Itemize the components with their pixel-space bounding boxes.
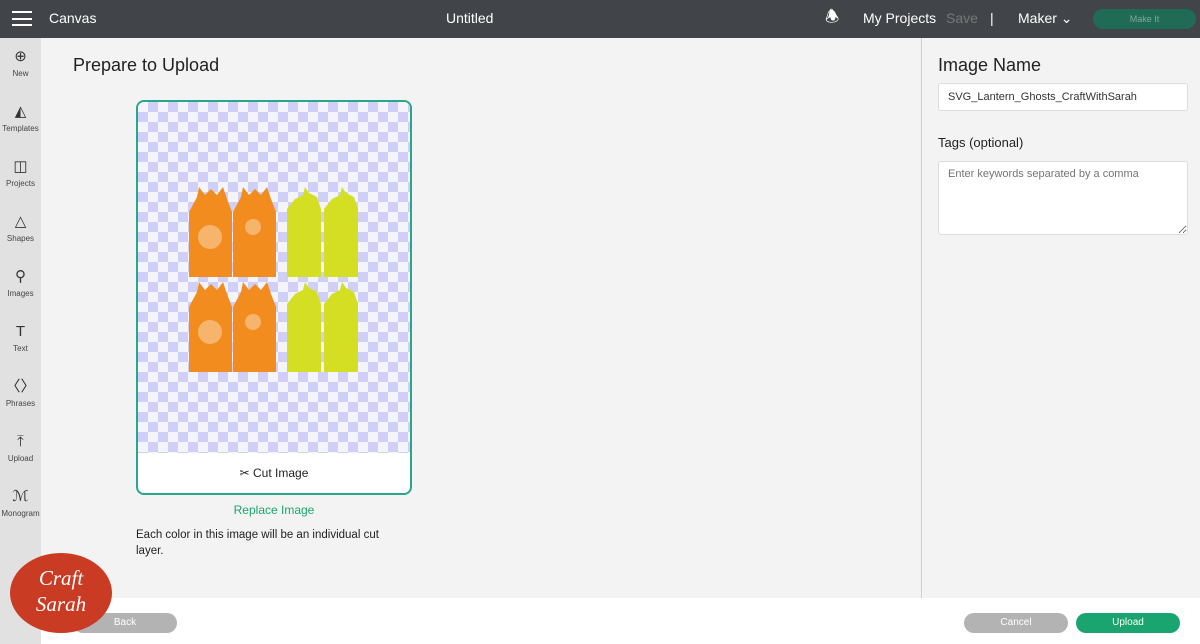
sidebar-item-new[interactable]: ⊕ New [0, 47, 41, 78]
sidebar-label: Monogram [1, 509, 40, 518]
projects-icon: ◫ [13, 158, 28, 175]
sidebar: ⊕ New ◭ Templates ◫ Projects △ Shapes ⚲ Image… [0, 38, 41, 644]
main-panel: Prepare to Upload ✂ Cut Image Replace Im… [41, 38, 921, 598]
image-name-heading: Image Name [938, 55, 1042, 75]
sidebar-item-images[interactable]: ⚲ Images [0, 267, 41, 298]
replace-image-link[interactable]: Replace Image [136, 503, 412, 517]
make-it-button[interactable]: Make It [1093, 9, 1196, 29]
cut-image-label: Cut Image [253, 466, 309, 480]
lime-layer [287, 187, 358, 372]
plus-circle-icon: ⊕ [14, 48, 27, 65]
sidebar-item-text[interactable]: T Text [0, 322, 41, 353]
scissors-icon: ✂ [239, 466, 250, 480]
sidebar-label: New [12, 69, 29, 78]
sidebar-label: Images [7, 289, 34, 298]
sidebar-label: Text [13, 344, 28, 353]
sidebar-label: Phrases [5, 399, 36, 408]
upload-icon: ⤒ [17, 433, 24, 450]
machine-label: Maker [1018, 10, 1057, 26]
speech-bubble-icon: 〈〉 [5, 378, 36, 395]
cut-image-option[interactable]: ✂ Cut Image [138, 453, 410, 493]
sidebar-item-upload[interactable]: ⤒ Upload [0, 432, 41, 463]
sidebar-item-templates[interactable]: ◭ Templates [0, 102, 41, 133]
transparent-background [138, 102, 410, 453]
separator: | [990, 10, 994, 26]
sidebar-label: Templates [2, 124, 39, 133]
my-projects-link[interactable]: My Projects [863, 0, 936, 36]
chevron-down-icon: ⌄ [1060, 10, 1073, 26]
sidebar-label: Upload [7, 454, 34, 463]
orange-layer [189, 187, 276, 372]
sidebar-item-projects[interactable]: ◫ Projects [0, 157, 41, 188]
page-title: Prepare to Upload [73, 55, 220, 75]
monogram-icon: ℳ [12, 488, 29, 505]
upload-button[interactable]: Upload [1076, 613, 1180, 633]
shapes-icon: △ [14, 213, 27, 230]
sidebar-label: Shapes [6, 234, 35, 243]
project-title[interactable]: Untitled [446, 0, 493, 36]
cancel-button[interactable]: Cancel [964, 613, 1068, 633]
tags-input[interactable] [938, 161, 1188, 235]
image-details-panel: Image Name Tags (optional) [921, 38, 1200, 598]
bell-icon[interactable]: 🕭 [825, 0, 839, 36]
sidebar-item-monogram[interactable]: ℳ Monogram [0, 487, 41, 518]
layer-note: Each color in this image will be an indi… [136, 529, 379, 557]
lightbulb-icon: ⚲ [15, 268, 26, 285]
text-icon: T [15, 323, 26, 340]
machine-select[interactable]: Maker ⌄ [1018, 0, 1073, 36]
canvas-link[interactable]: Canvas [49, 0, 96, 36]
sidebar-item-shapes[interactable]: △ Shapes [0, 212, 41, 243]
image-name-input[interactable] [938, 83, 1188, 111]
craft-with-sarah-logo: Craft Sarah [10, 553, 112, 633]
sidebar-label: Projects [6, 179, 35, 188]
image-preview-card: ✂ Cut Image [136, 100, 412, 495]
tags-label: Tags (optional) [938, 135, 1024, 150]
hamburger-menu-icon[interactable] [12, 11, 32, 26]
uploaded-image-preview [189, 187, 358, 372]
save-button[interactable]: Save [946, 0, 978, 36]
shirt-icon: ◭ [14, 103, 27, 120]
sidebar-item-phrases[interactable]: 〈〉 Phrases [0, 377, 41, 408]
top-bar: Canvas Untitled 🕭 My Projects Save | Mak… [0, 0, 1200, 38]
